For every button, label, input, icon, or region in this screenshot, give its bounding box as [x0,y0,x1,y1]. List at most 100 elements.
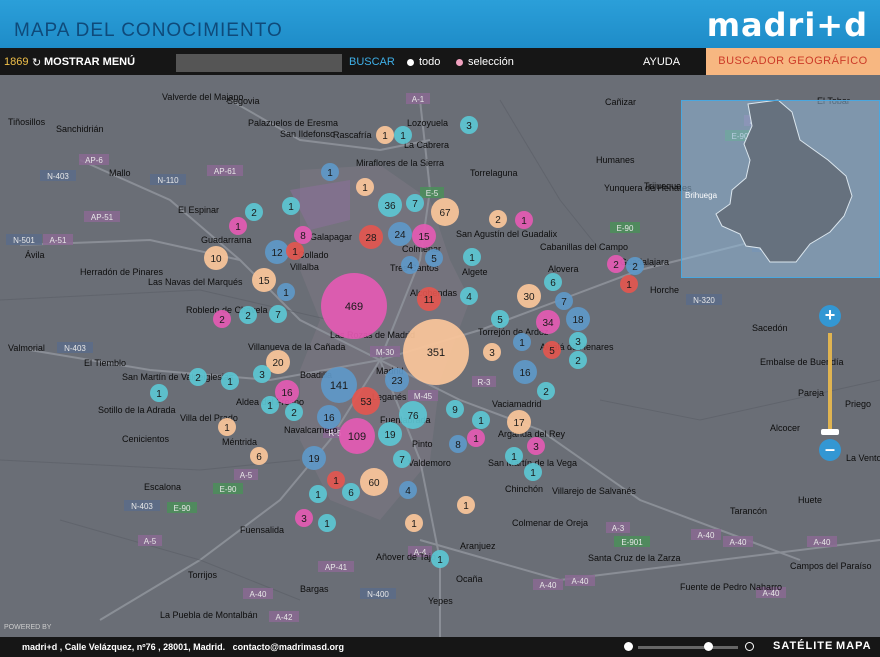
cluster-marker[interactable]: 76 [399,401,427,429]
radio-all-dot[interactable] [407,58,414,66]
cluster-marker[interactable]: 1 [513,333,531,351]
cluster-marker[interactable]: 109 [339,418,375,454]
cluster-marker[interactable]: 2 [245,203,263,221]
cluster-marker[interactable]: 1 [282,197,300,215]
cluster-marker[interactable]: 16 [275,380,299,404]
cluster-marker[interactable]: 1 [286,242,304,260]
search-button[interactable]: BUSCAR [349,56,395,68]
cluster-marker[interactable]: 1 [472,411,490,429]
madrid-logo[interactable]: madri+d [707,6,868,44]
cluster-marker[interactable]: 9 [446,400,464,418]
cluster-marker[interactable]: 2 [285,403,303,421]
cluster-marker[interactable]: 7 [393,450,411,468]
zoom-handle[interactable] [821,429,839,435]
cluster-marker[interactable]: 18 [566,307,590,331]
cluster-marker[interactable]: 4 [399,481,417,499]
cluster-marker[interactable]: 1 [620,275,638,293]
cluster-marker[interactable]: 10 [204,246,228,270]
cluster-marker[interactable]: 141 [321,367,357,403]
cluster-marker[interactable]: 16 [317,405,341,429]
cluster-marker[interactable]: 24 [388,222,412,246]
cluster-marker[interactable]: 1 [467,429,485,447]
cluster-marker[interactable]: 1 [405,514,423,532]
zoom-out-button[interactable]: – [819,439,841,461]
cluster-marker[interactable]: 1 [457,496,475,514]
cluster-marker[interactable]: 4 [460,287,478,305]
cluster-marker[interactable]: 1 [515,211,533,229]
cluster-marker[interactable]: 1 [321,163,339,181]
cluster-marker[interactable]: 67 [431,198,459,226]
cluster-marker[interactable]: 1 [150,384,168,402]
cluster-marker[interactable]: 1 [218,418,236,436]
cluster-marker[interactable]: 2 [213,310,231,328]
map-canvas[interactable]: A-1A-2E-90AP-61AP-6N-403N-110AP-51N-501A… [0,0,880,657]
cluster-marker[interactable]: 2 [537,382,555,400]
cluster-marker[interactable]: 5 [491,310,509,328]
cluster-marker[interactable]: 1 [376,126,394,144]
cluster-marker[interactable]: 28 [359,225,383,249]
cluster-marker[interactable]: 16 [513,360,537,384]
cluster-marker[interactable]: 6 [342,483,360,501]
cluster-marker[interactable]: 3 [483,343,501,361]
satellite-view-button[interactable]: SATÉLITE [773,640,833,652]
cluster-marker[interactable]: 3 [295,509,313,527]
cluster-marker[interactable]: 1 [318,514,336,532]
radio-selection-dot[interactable] [456,58,463,66]
cluster-marker[interactable]: 3 [460,116,478,134]
cluster-marker[interactable]: 4 [401,256,419,274]
contact-email[interactable]: contacto@madrimasd.org [233,642,344,652]
cluster-marker[interactable]: 2 [239,306,257,324]
cluster-marker[interactable]: 5 [425,249,443,267]
cluster-marker[interactable]: 2 [607,255,625,273]
cluster-marker[interactable]: 3 [527,437,545,455]
cluster-marker[interactable]: 8 [449,435,467,453]
cluster-marker[interactable]: 11 [417,287,441,311]
cluster-marker[interactable]: 2 [569,351,587,369]
cluster-marker[interactable]: 469 [321,273,387,339]
zoom-in-button[interactable]: + [819,305,841,327]
cluster-marker[interactable]: 1 [327,471,345,489]
cluster-marker[interactable]: 7 [269,305,287,323]
show-menu-button[interactable]: MOSTRAR MENÚ [44,56,135,68]
cluster-marker[interactable]: 6 [544,273,562,291]
cluster-marker[interactable]: 8 [294,226,312,244]
cluster-marker[interactable]: 1 [463,248,481,266]
cluster-marker[interactable]: 1 [261,396,279,414]
cluster-marker[interactable]: 2 [626,257,644,275]
refresh-icon[interactable]: ↻ [32,56,41,69]
cluster-marker[interactable]: 34 [536,310,560,334]
cluster-marker[interactable]: 3 [253,365,271,383]
cluster-marker[interactable]: 19 [302,446,326,470]
cluster-marker[interactable]: 7 [406,194,424,212]
cluster-marker[interactable]: 1 [309,485,327,503]
cluster-marker[interactable]: 2 [489,210,507,228]
cluster-marker[interactable]: 2 [189,368,207,386]
cluster-marker[interactable]: 6 [250,447,268,465]
geo-search-button[interactable]: BUSCADOR GEOGRÁFICO [706,48,880,75]
cluster-marker[interactable]: 3 [569,332,587,350]
cluster-marker[interactable]: 30 [517,284,541,308]
cluster-marker[interactable]: 15 [252,268,276,292]
cluster-marker[interactable]: 1 [277,283,295,301]
search-input[interactable] [176,54,342,72]
help-button[interactable]: AYUDA [643,56,680,68]
cluster-marker[interactable]: 7 [555,292,573,310]
cluster-marker[interactable]: 1 [524,463,542,481]
cluster-marker[interactable]: 12 [265,240,289,264]
map-view-button[interactable]: MAPA [836,640,872,652]
cluster-marker[interactable]: 60 [360,468,388,496]
cluster-marker[interactable]: 1 [394,126,412,144]
cluster-marker[interactable]: 1 [221,372,239,390]
opacity-slider-handle[interactable] [704,642,713,651]
cluster-marker[interactable]: 1 [356,178,374,196]
cluster-marker[interactable]: 36 [378,193,402,217]
cluster-marker[interactable]: 5 [543,341,561,359]
cluster-marker[interactable]: 53 [352,387,380,415]
cluster-marker[interactable]: 1 [505,447,523,465]
zoom-track[interactable] [828,333,832,429]
cluster-marker[interactable]: 1 [229,217,247,235]
cluster-marker[interactable]: 23 [385,368,409,392]
cluster-marker[interactable]: 351 [403,319,469,385]
cluster-marker[interactable]: 17 [507,410,531,434]
opacity-slider-track[interactable] [638,646,738,649]
